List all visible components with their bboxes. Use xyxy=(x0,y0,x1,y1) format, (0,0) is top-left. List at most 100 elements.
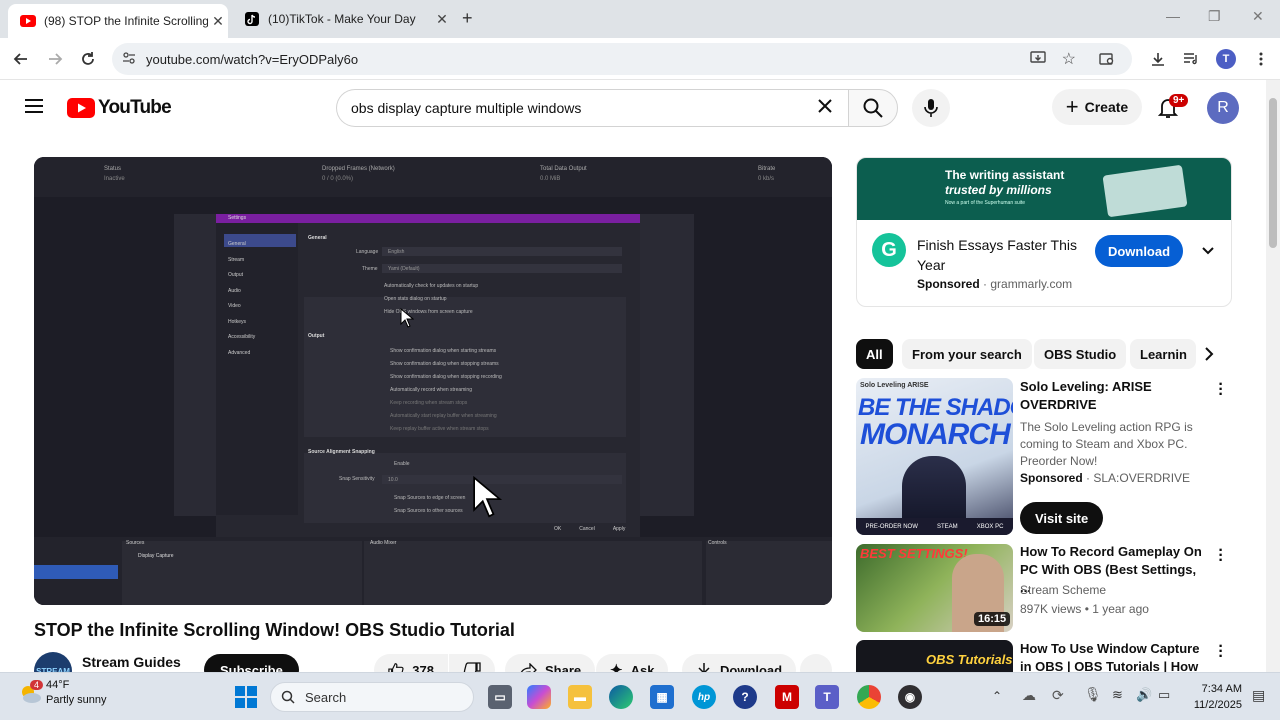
sponsored-label: Sponsored xyxy=(1020,471,1083,485)
close-tab-icon[interactable]: ✕ xyxy=(208,13,228,30)
visit-site-button[interactable]: Visit site xyxy=(1020,502,1104,534)
rec-thumbnail[interactable]: BEST SETTINGS! 16:15 xyxy=(856,544,1013,632)
ad-small-note: Now a part of the Superhuman suite xyxy=(945,200,1026,206)
rec-menu-icon[interactable]: · · · xyxy=(1216,377,1226,403)
youtube-logo[interactable]: YouTube xyxy=(67,97,172,119)
obs-theme-value: Yami (Default) xyxy=(388,266,420,272)
media-controls-icon[interactable] xyxy=(1180,48,1202,70)
search-button[interactable] xyxy=(848,89,898,127)
site-info-icon[interactable] xyxy=(122,51,136,68)
voice-search-button[interactable] xyxy=(912,89,950,127)
rec-title[interactable]: Solo Leveling: ARISE OVERDRIVE xyxy=(1020,378,1210,414)
obs-dock-sources: Sources xyxy=(126,540,145,546)
create-button[interactable]: + Create xyxy=(1052,89,1142,125)
notification-badge: 9+ xyxy=(1169,94,1189,107)
browser-menu-icon[interactable] xyxy=(1250,48,1272,70)
page-scrollbar[interactable] xyxy=(1266,80,1280,672)
grammarly-logo: G xyxy=(872,233,906,267)
taskbar-search-box[interactable]: Search xyxy=(270,682,474,712)
tab-tiktok[interactable]: (10)TikTok - Make Your Day ✕ xyxy=(232,4,452,34)
ad-expand-chevron-icon[interactable] xyxy=(1201,243,1215,261)
obs-checkbox: Snap Sources to edge of screen xyxy=(394,495,466,501)
obs-checkbox: Automatically start replay buffer when s… xyxy=(390,413,497,419)
ad-card[interactable]: The writing assistant trusted by million… xyxy=(856,157,1232,307)
rec-channel[interactable]: Stream Scheme xyxy=(1020,582,1106,599)
sync-icon[interactable]: ⟳ xyxy=(1052,687,1064,704)
maximize-icon[interactable]: ❐ xyxy=(1208,8,1221,25)
clock-date: 11/2/2025 xyxy=(1193,699,1242,711)
onedrive-cloud-icon[interactable]: ☁ xyxy=(1022,687,1036,704)
reload-icon[interactable] xyxy=(77,48,99,70)
bookmark-star-icon[interactable]: ☆ xyxy=(1062,49,1076,69)
ad-headline: The writing assistant trusted by million… xyxy=(945,168,1064,198)
show-hidden-icons-chevron[interactable]: ⌃ xyxy=(992,689,1002,703)
back-icon[interactable] xyxy=(10,48,32,70)
thumb-headline: OBS Tutorials xyxy=(926,652,1013,667)
obs-dock-controls: Controls xyxy=(708,540,727,546)
volume-icon[interactable]: 🔊 xyxy=(1136,687,1152,703)
close-tab-icon[interactable]: ✕ xyxy=(432,11,452,28)
search-query[interactable]: obs display capture multiple windows xyxy=(351,100,581,116)
chip-all[interactable]: All xyxy=(856,339,893,369)
stat-value: 0 / 0 (0.0%) xyxy=(322,176,354,182)
obs-sidebar-item: Hotkeys xyxy=(228,318,247,325)
minimize-icon[interactable]: — xyxy=(1166,8,1180,24)
obs-checkbox: Show confirmation dialog when stopping s… xyxy=(390,361,499,367)
tab-youtube[interactable]: (98) STOP the Infinite Scrolling ✕ xyxy=(8,4,228,38)
microphone-icon xyxy=(924,99,938,117)
close-window-icon[interactable]: ✕ xyxy=(1252,8,1264,25)
copilot-icon[interactable] xyxy=(527,685,551,709)
chrome-icon[interactable] xyxy=(857,685,881,709)
teams-icon[interactable]: T xyxy=(815,685,839,709)
video-duration: 16:15 xyxy=(974,612,1011,626)
chip-from-your-search[interactable]: From your search xyxy=(902,339,1032,369)
search-input[interactable]: obs display capture multiple windows xyxy=(336,89,849,127)
chips-next-chevron-icon[interactable] xyxy=(1203,346,1215,367)
file-explorer-icon[interactable]: ▬ xyxy=(568,685,592,709)
scrollbar-thumb[interactable] xyxy=(1269,98,1277,248)
thumb-footer-item: XBOX PC xyxy=(976,523,1004,530)
ad-title[interactable]: Finish Essays Faster This Year xyxy=(917,235,1087,275)
profile-avatar[interactable]: T xyxy=(1216,49,1236,69)
microphone-tray-icon[interactable]: 🎙 xyxy=(1084,686,1102,703)
ad-download-button[interactable]: Download xyxy=(1095,235,1183,267)
new-tab-button[interactable]: + xyxy=(462,8,473,29)
obs-sidebar-item: Stream xyxy=(228,256,245,263)
chip-obs-studio[interactable]: OBS Studio xyxy=(1034,339,1127,369)
clear-search-icon[interactable] xyxy=(817,98,833,117)
task-view-icon[interactable]: ▭ xyxy=(488,685,512,709)
notification-center-icon[interactable]: ▤ xyxy=(1252,687,1265,704)
hamburger-menu-icon[interactable] xyxy=(24,98,44,119)
rec-menu-icon[interactable]: · · · xyxy=(1216,543,1226,569)
hp-icon[interactable]: hp xyxy=(692,685,716,709)
battery-icon[interactable]: ▭ xyxy=(1158,687,1170,703)
ad-banner[interactable]: The writing assistant trusted by million… xyxy=(857,158,1231,220)
rec-thumbnail[interactable]: OBS Tutorials xyxy=(856,640,1013,672)
obs-studio-icon[interactable]: ◉ xyxy=(898,685,922,709)
weather-widget[interactable]: 4 44°F Partly sunny xyxy=(18,679,107,711)
notifications-button[interactable]: 9+ xyxy=(1157,94,1189,124)
hp-support-icon[interactable]: ? xyxy=(733,685,757,709)
install-app-icon[interactable] xyxy=(1030,50,1046,69)
chip-learning[interactable]: Learnin xyxy=(1130,339,1196,369)
browser-toolbar: youtube.com/watch?v=EryODPaly6o ☆ T xyxy=(0,38,1280,80)
address-bar[interactable]: youtube.com/watch?v=EryODPaly6o ☆ xyxy=(112,43,1132,75)
channel-name[interactable]: Stream Guides xyxy=(82,654,181,670)
tab-search-icon[interactable] xyxy=(1096,48,1118,70)
mcafee-icon[interactable]: M xyxy=(775,685,799,709)
downloads-icon[interactable] xyxy=(1147,48,1169,70)
url-text[interactable]: youtube.com/watch?v=EryODPaly6o xyxy=(146,52,358,67)
system-clock[interactable]: 7:34 AM 11/2/2025 xyxy=(1180,681,1242,713)
forward-icon[interactable] xyxy=(44,48,66,70)
thumb-headline: MONARCH xyxy=(860,418,1011,451)
account-avatar[interactable]: R xyxy=(1207,92,1239,124)
rec-title[interactable]: How To Use Window Capture in OBS | OBS T… xyxy=(1020,640,1204,672)
start-button[interactable] xyxy=(234,685,258,714)
rec-menu-icon[interactable]: · · · xyxy=(1216,639,1226,665)
windows-taskbar: 4 44°F Partly sunny Search ▭ ▬ ▦ hp ? M … xyxy=(0,672,1280,720)
edge-icon[interactable] xyxy=(609,685,633,709)
wifi-icon[interactable]: ≋ xyxy=(1112,687,1123,703)
video-player[interactable]: Status Dropped Frames (Network) Total Da… xyxy=(34,157,832,605)
microsoft-store-icon[interactable]: ▦ xyxy=(650,685,674,709)
rec-thumbnail[interactable]: Solo Leveling ARISE BE THE SHADOW MONARC… xyxy=(856,378,1013,535)
